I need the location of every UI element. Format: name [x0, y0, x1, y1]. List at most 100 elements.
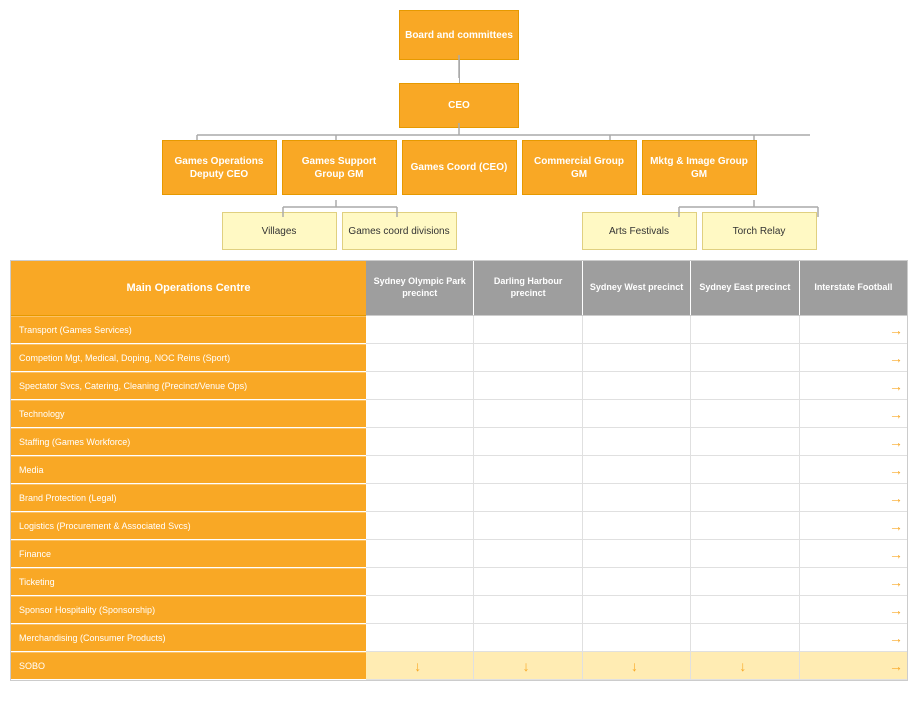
grid-cell-2-0	[366, 372, 474, 399]
grid-cell-6-1	[474, 484, 582, 511]
grid-cell-5-4: →	[800, 456, 907, 483]
grid-cell-1-2	[583, 344, 691, 371]
grid-row-12: ↓ ↓ ↓ ↓ →	[366, 652, 907, 680]
grid-row-0: →	[366, 316, 907, 344]
games-coord-label: Games coord divisions	[348, 225, 449, 238]
grid-cell-8-1	[474, 540, 582, 567]
grid-cell-4-4: →	[800, 428, 907, 455]
grid-cell-11-3	[691, 624, 799, 651]
precinct-1: Darling Harbour precinct	[474, 261, 582, 315]
grid-cell-1-4: →	[800, 344, 907, 371]
grid-cell-5-2	[583, 456, 691, 483]
right-columns: Sydney Olympic Park precinct Darling Har…	[366, 261, 907, 680]
level2-label-1: Games Support Group GM	[287, 155, 392, 181]
arrow-right-9: →	[889, 574, 903, 590]
precinct-2: Sydney West precinct	[583, 261, 691, 315]
main-grid: Main Operations Centre Transport (Games …	[10, 260, 908, 681]
precinct-label-3: Sydney East precinct	[699, 282, 790, 294]
grid-row-5: →	[366, 456, 907, 484]
grid-cell-12-4: →	[800, 652, 907, 679]
grid-cell-9-0	[366, 568, 474, 595]
grid-cell-7-4: →	[800, 512, 907, 539]
service-label-9: Ticketing	[19, 577, 55, 587]
grid-cell-10-0	[366, 596, 474, 623]
grid-cell-7-0	[366, 512, 474, 539]
grid-cell-6-2	[583, 484, 691, 511]
service-row-3: Technology	[11, 400, 366, 428]
grid-cell-3-3	[691, 400, 799, 427]
precinct-4: Interstate Football	[800, 261, 907, 315]
grid-cell-7-3	[691, 512, 799, 539]
grid-cell-6-3	[691, 484, 799, 511]
grid-cell-9-4: →	[800, 568, 907, 595]
grid-cell-11-1	[474, 624, 582, 651]
grid-cell-8-4: →	[800, 540, 907, 567]
service-row-7: Logistics (Procurement & Associated Svcs…	[11, 512, 366, 540]
service-row-5: Media	[11, 456, 366, 484]
arrow-down-3: ↓	[739, 658, 746, 674]
service-label-4: Staffing (Games Workforce)	[19, 437, 130, 447]
grid-cell-12-0: ↓	[366, 652, 474, 679]
grid-cell-8-2	[583, 540, 691, 567]
board-box: Board and committees	[399, 10, 519, 60]
service-row-1: Competion Mgt, Medical, Doping, NOC Rein…	[11, 344, 366, 372]
precinct-headers: Sydney Olympic Park precinct Darling Har…	[366, 261, 907, 316]
grid-cell-2-4: →	[800, 372, 907, 399]
precinct-3: Sydney East precinct	[691, 261, 799, 315]
grid-cell-8-3	[691, 540, 799, 567]
grid-cell-3-4: →	[800, 400, 907, 427]
precinct-label-4: Interstate Football	[814, 282, 892, 294]
service-row-0: Transport (Games Services)	[11, 316, 366, 344]
games-coord-box: Games coord divisions	[342, 212, 457, 250]
villages-label: Villages	[262, 225, 297, 238]
level2-label-4: Mktg & Image Group GM	[647, 155, 752, 181]
org-chart: Board and committees CEO Games Operation…	[0, 0, 918, 686]
arrow-right-2: →	[889, 378, 903, 394]
precinct-label-0: Sydney Olympic Park precinct	[368, 276, 471, 299]
grid-cell-10-1	[474, 596, 582, 623]
grid-cell-10-4: →	[800, 596, 907, 623]
service-label-2: Spectator Svcs, Catering, Cleaning (Prec…	[19, 381, 247, 391]
service-label-1: Competion Mgt, Medical, Doping, NOC Rein…	[19, 353, 230, 363]
service-row-10: Sponsor Hospitality (Sponsorship)	[11, 596, 366, 624]
moc-label: Main Operations Centre	[126, 282, 250, 294]
service-label-11: Merchandising (Consumer Products)	[19, 633, 166, 643]
level2-label-3: Commercial Group GM	[527, 155, 632, 181]
grid-cell-6-4: →	[800, 484, 907, 511]
grid-row-7: →	[366, 512, 907, 540]
grid-cell-3-1	[474, 400, 582, 427]
grid-cell-1-0	[366, 344, 474, 371]
grid-cell-8-0	[366, 540, 474, 567]
moc-header: Main Operations Centre	[11, 261, 366, 316]
grid-row-4: →	[366, 428, 907, 456]
grid-cell-3-2	[583, 400, 691, 427]
arrow-right-4: →	[889, 434, 903, 450]
grid-cell-2-3	[691, 372, 799, 399]
grid-cell-7-2	[583, 512, 691, 539]
service-label-7: Logistics (Procurement & Associated Svcs…	[19, 521, 191, 531]
grid-row-8: →	[366, 540, 907, 568]
arrow-right-12: →	[889, 658, 903, 674]
grid-cell-0-2	[583, 316, 691, 343]
grid-cell-2-1	[474, 372, 582, 399]
grid-cell-4-3	[691, 428, 799, 455]
grid-cell-4-0	[366, 428, 474, 455]
service-label-5: Media	[19, 465, 44, 475]
precinct-0: Sydney Olympic Park precinct	[366, 261, 474, 315]
grid-cell-0-4: →	[800, 316, 907, 343]
precinct-label-2: Sydney West precinct	[590, 282, 683, 294]
service-label-8: Finance	[19, 549, 51, 559]
arts-box: Arts Festivals	[582, 212, 697, 250]
grid-rows: → → →	[366, 316, 907, 680]
arrow-right-0: →	[889, 322, 903, 338]
grid-cell-0-3	[691, 316, 799, 343]
grid-cell-7-1	[474, 512, 582, 539]
arrow-right-7: →	[889, 518, 903, 534]
grid-cell-9-1	[474, 568, 582, 595]
grid-row-3: →	[366, 400, 907, 428]
ceo-box: CEO	[399, 83, 519, 128]
precinct-label-1: Darling Harbour precinct	[476, 276, 579, 299]
arrow-down-2: ↓	[631, 658, 638, 674]
arrow-right-8: →	[889, 546, 903, 562]
grid-cell-2-2	[583, 372, 691, 399]
